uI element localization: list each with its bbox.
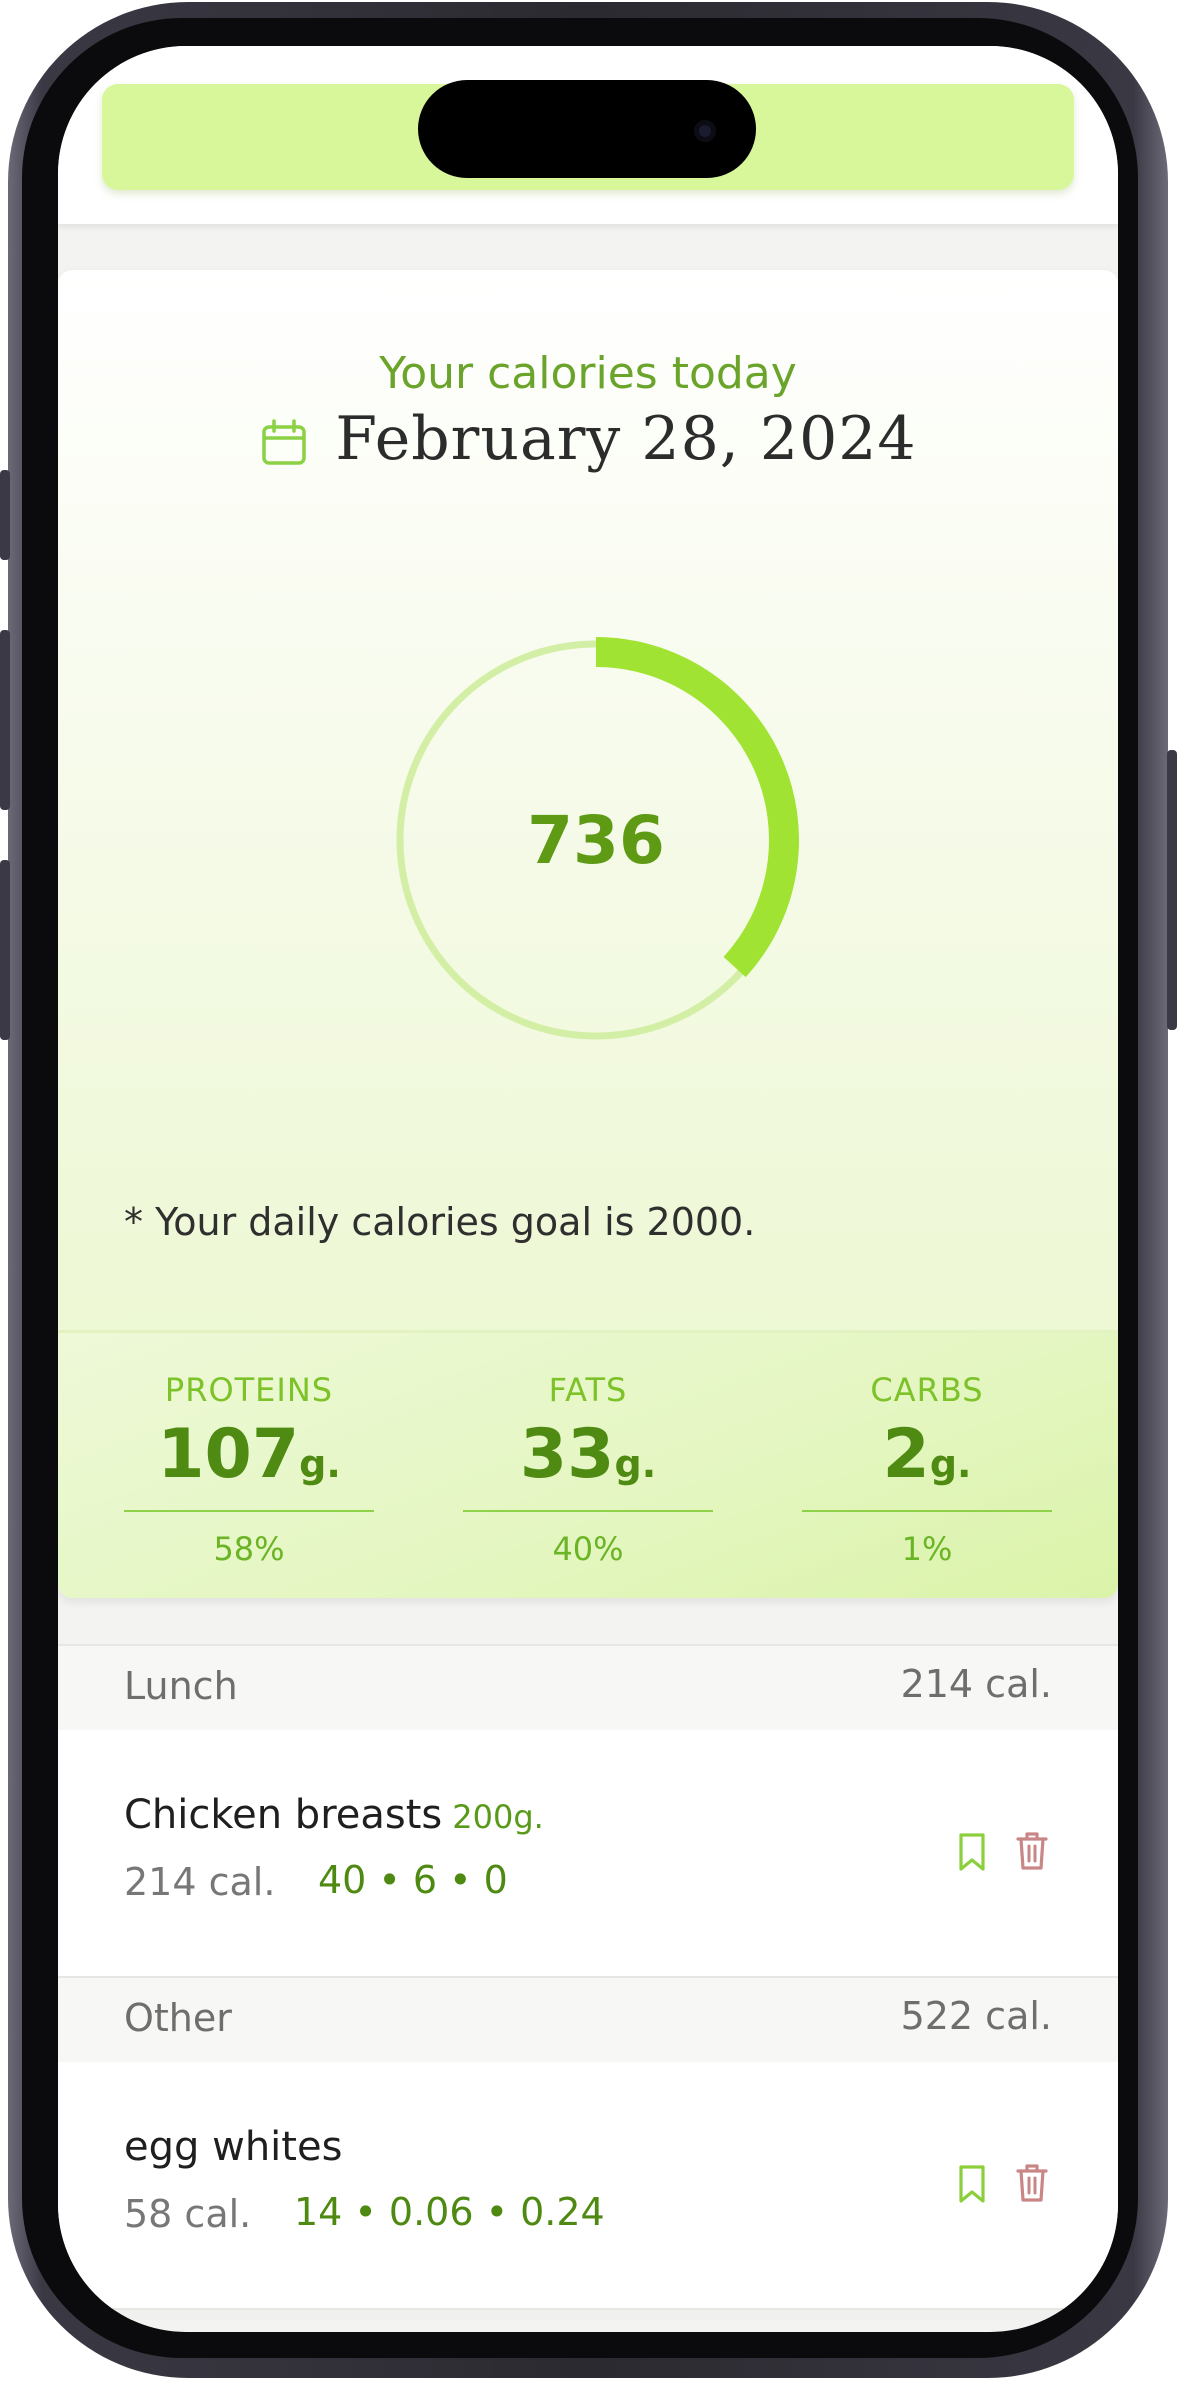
meal-header-lunch[interactable]: Lunch 214 cal.: [58, 1644, 1118, 1732]
macro-unit: g.: [929, 1442, 972, 1486]
date-row[interactable]: February 28, 2024: [58, 404, 1118, 474]
macro-value: 33g.: [463, 1415, 713, 1504]
macro-percent: 1%: [901, 1530, 953, 1568]
food-name-text: Chicken breasts: [124, 1792, 443, 1838]
macro-percent: 58%: [213, 1530, 285, 1568]
macro-fats: FATS 33g. 40%: [463, 1371, 713, 1568]
macro-value: 2g.: [802, 1415, 1052, 1504]
meal-name: Lunch: [124, 1664, 238, 1708]
macro-label: CARBS: [870, 1371, 984, 1409]
calories-heading: Your calories today: [379, 348, 797, 399]
bookmark-icon[interactable]: [950, 1830, 994, 1874]
date-text: February 28, 2024: [335, 404, 917, 474]
silent-switch: [0, 470, 10, 560]
food-macros: 40 • 6 • 0: [318, 1858, 508, 1902]
calendar-icon: [262, 419, 307, 465]
macro-proteins: PROTEINS 107g. 58%: [124, 1371, 374, 1568]
meal-name: Other: [124, 1996, 232, 2040]
app-screen: Your calories today February 28, 2024 73…: [58, 46, 1118, 2332]
food-item-row[interactable]: egg whites 58 cal. 14 • 0.06 • 0.24: [58, 2062, 1118, 2308]
macro-value: 107g.: [124, 1415, 374, 1504]
food-item-row[interactable]: Chicken breasts 200g. 214 cal. 40 • 6 • 0: [58, 1730, 1118, 1976]
meal-calories: 522 cal.: [900, 1994, 1052, 2038]
macro-unit: g.: [299, 1442, 341, 1486]
macro-divider: [124, 1510, 374, 1512]
volume-up-button: [0, 630, 10, 810]
food-name: Chicken breasts 200g.: [124, 1792, 544, 1838]
macro-amount: 33: [519, 1415, 615, 1494]
front-camera: [694, 120, 716, 142]
macro-label: FATS: [548, 1371, 628, 1409]
food-calories: 214 cal.: [124, 1860, 276, 1904]
macro-divider: [463, 1510, 713, 1512]
calorie-summary-card: Your calories today February 28, 2024 73…: [58, 270, 1118, 1598]
calorie-progress-ring: 736: [376, 620, 816, 1060]
power-button: [1167, 750, 1177, 1030]
meal-calories: 214 cal.: [900, 1662, 1052, 1706]
food-calories: 58 cal.: [124, 2192, 252, 2236]
macro-amount: 2: [882, 1415, 930, 1494]
list-bottom-edge: [58, 2308, 1118, 2320]
macro-label: PROTEINS: [164, 1371, 334, 1409]
trash-icon[interactable]: [1010, 1828, 1054, 1872]
bookmark-icon[interactable]: [950, 2162, 994, 2206]
calories-consumed-value: 736: [527, 801, 665, 879]
macro-amount: 107: [157, 1415, 300, 1494]
phone-mockup: Your calories today February 28, 2024 73…: [0, 0, 1177, 2382]
daily-goal-note: * Your daily calories goal is 2000.: [124, 1200, 756, 1244]
macro-divider: [802, 1510, 1052, 1512]
food-quantity: 200g.: [452, 1798, 544, 1836]
macro-carbs: CARBS 2g. 1%: [802, 1371, 1052, 1568]
volume-down-button: [0, 860, 10, 1040]
trash-icon[interactable]: [1010, 2160, 1054, 2204]
macro-percent: 40%: [552, 1530, 624, 1568]
food-macros: 14 • 0.06 • 0.24: [294, 2190, 605, 2234]
macros-panel: PROTEINS 107g. 58% FATS 33g. 40% CARBS 2…: [58, 1330, 1118, 1598]
food-name-text: egg whites: [124, 2124, 343, 2170]
meal-header-other[interactable]: Other 522 cal.: [58, 1976, 1118, 2064]
macro-unit: g.: [614, 1442, 657, 1486]
food-name: egg whites: [124, 2124, 342, 2170]
